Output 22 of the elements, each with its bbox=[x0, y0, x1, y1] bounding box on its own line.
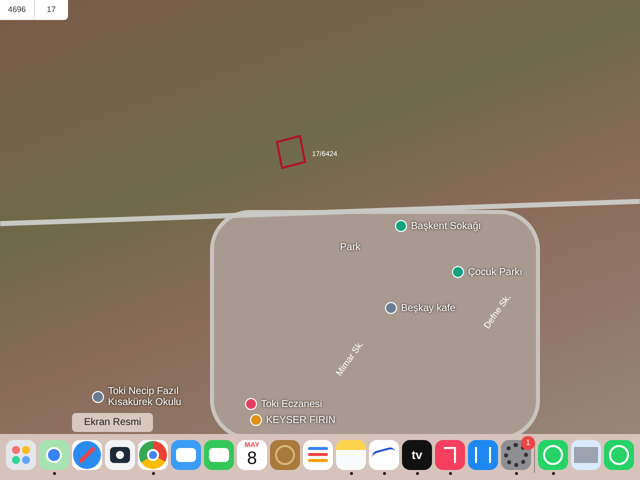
place-label: Toki Eczanesi bbox=[261, 398, 322, 410]
tooltip: Ekran Resmi bbox=[72, 413, 154, 432]
tv-app-icon[interactable]: tv bbox=[402, 440, 432, 470]
place-label: Başkent Sokağı bbox=[411, 220, 482, 232]
app-grid-icon[interactable] bbox=[6, 440, 36, 470]
photo-placeholder[interactable] bbox=[571, 440, 601, 470]
tv-logo-text: tv bbox=[412, 446, 422, 464]
parcel-id: 4696 bbox=[0, 0, 35, 20]
camera-app-icon[interactable] bbox=[105, 440, 135, 470]
compass-app-icon[interactable] bbox=[72, 440, 102, 470]
calendar-day: 8 bbox=[246, 449, 257, 467]
squiggle-app-icon[interactable] bbox=[369, 440, 399, 470]
place-label: Toki Necip Fazıl Kısakürek Okulu bbox=[108, 386, 182, 408]
place-label: Beşkay kafe bbox=[401, 302, 456, 314]
browser-app-icon[interactable] bbox=[138, 440, 168, 470]
parcel-number: 17 bbox=[46, 4, 57, 16]
place-label: Çocuk Parkı bbox=[468, 266, 522, 278]
list-app-icon[interactable] bbox=[303, 440, 333, 470]
place-label: KEYSER FIRIN bbox=[266, 414, 336, 426]
map-app-icon[interactable] bbox=[39, 440, 69, 470]
place-label: Park bbox=[340, 242, 361, 253]
notification-badge: 1 bbox=[521, 436, 535, 450]
